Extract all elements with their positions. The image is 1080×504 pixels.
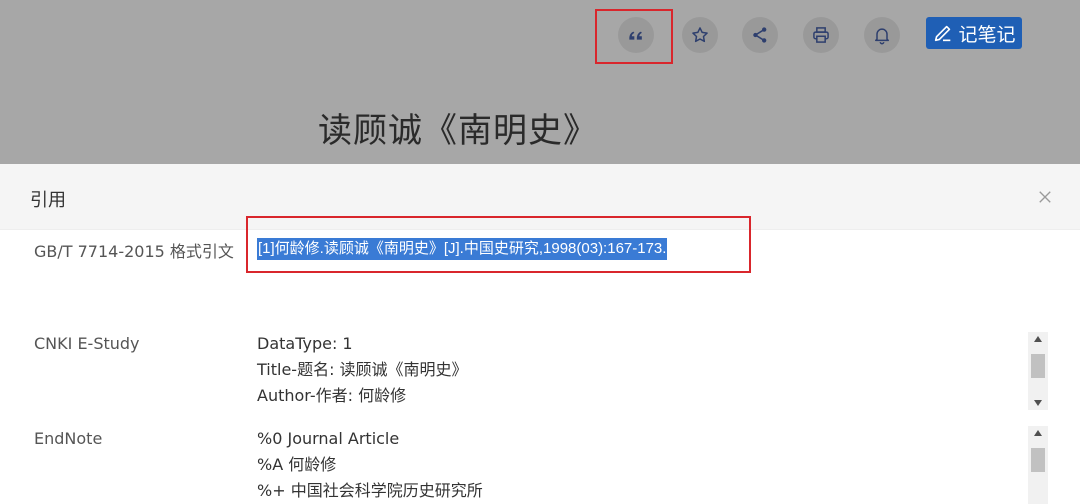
endnote-scrollbar[interactable] xyxy=(1028,426,1048,504)
dialog-title: 引用 xyxy=(30,190,66,211)
close-icon xyxy=(1039,191,1051,203)
scroll-thumb[interactable] xyxy=(1031,448,1045,472)
bell-icon xyxy=(875,28,889,45)
cnki-scrollbar[interactable] xyxy=(1028,332,1048,410)
cite-button-highlight xyxy=(595,9,673,64)
citation-highlight-box xyxy=(246,216,751,273)
scroll-thumb[interactable] xyxy=(1031,354,1045,378)
print-button[interactable] xyxy=(803,17,839,53)
share-button[interactable] xyxy=(742,17,778,53)
close-button[interactable] xyxy=(1034,186,1056,208)
share-icon xyxy=(753,27,767,43)
take-note-label: 记笔记 xyxy=(958,23,1016,46)
endnote-label: EndNote xyxy=(34,429,103,448)
triangle-up-icon xyxy=(1034,430,1042,436)
scroll-down-arrow[interactable] xyxy=(1028,396,1048,410)
triangle-up-icon xyxy=(1034,336,1042,342)
printer-icon xyxy=(813,27,829,43)
pen-icon xyxy=(935,25,951,42)
alert-button[interactable] xyxy=(864,17,900,53)
text-line: DataType: 1 xyxy=(257,334,353,353)
citation-dialog: 引用 GB/T 7714-2015 格式引文 [1]何龄修.读顾诚《南明史》[J… xyxy=(0,164,1080,504)
scroll-up-arrow[interactable] xyxy=(1028,332,1048,346)
text-line: %0 Journal Article xyxy=(257,429,400,448)
triangle-down-icon xyxy=(1034,400,1042,406)
scroll-up-arrow[interactable] xyxy=(1028,426,1048,440)
text-line: Title-题名: 读顾诚《南明史》 xyxy=(257,360,468,379)
article-title: 读顾诚《南明史》 xyxy=(318,111,598,151)
star-icon xyxy=(692,27,708,43)
text-line: %+ 中国社会科学院历史研究所 xyxy=(257,481,483,500)
article-toolbar: 记笔记 xyxy=(0,0,1080,70)
text-line: Author-作者: 何龄修 xyxy=(257,386,407,405)
text-line: %A 何龄修 xyxy=(257,455,337,474)
cnki-estudy-label: CNKI E-Study xyxy=(34,334,140,353)
favorite-button[interactable] xyxy=(682,17,718,53)
take-note-button[interactable]: 记笔记 xyxy=(926,17,1022,49)
endnote-text[interactable]: %0 Journal Article %A 何龄修 %+ 中国社会科学院历史研究… xyxy=(257,426,483,504)
cnki-estudy-text[interactable]: DataType: 1 Title-题名: 读顾诚《南明史》 Author-作者… xyxy=(257,331,468,409)
gbt-format-label: GB/T 7714-2015 格式引文 xyxy=(34,242,234,261)
